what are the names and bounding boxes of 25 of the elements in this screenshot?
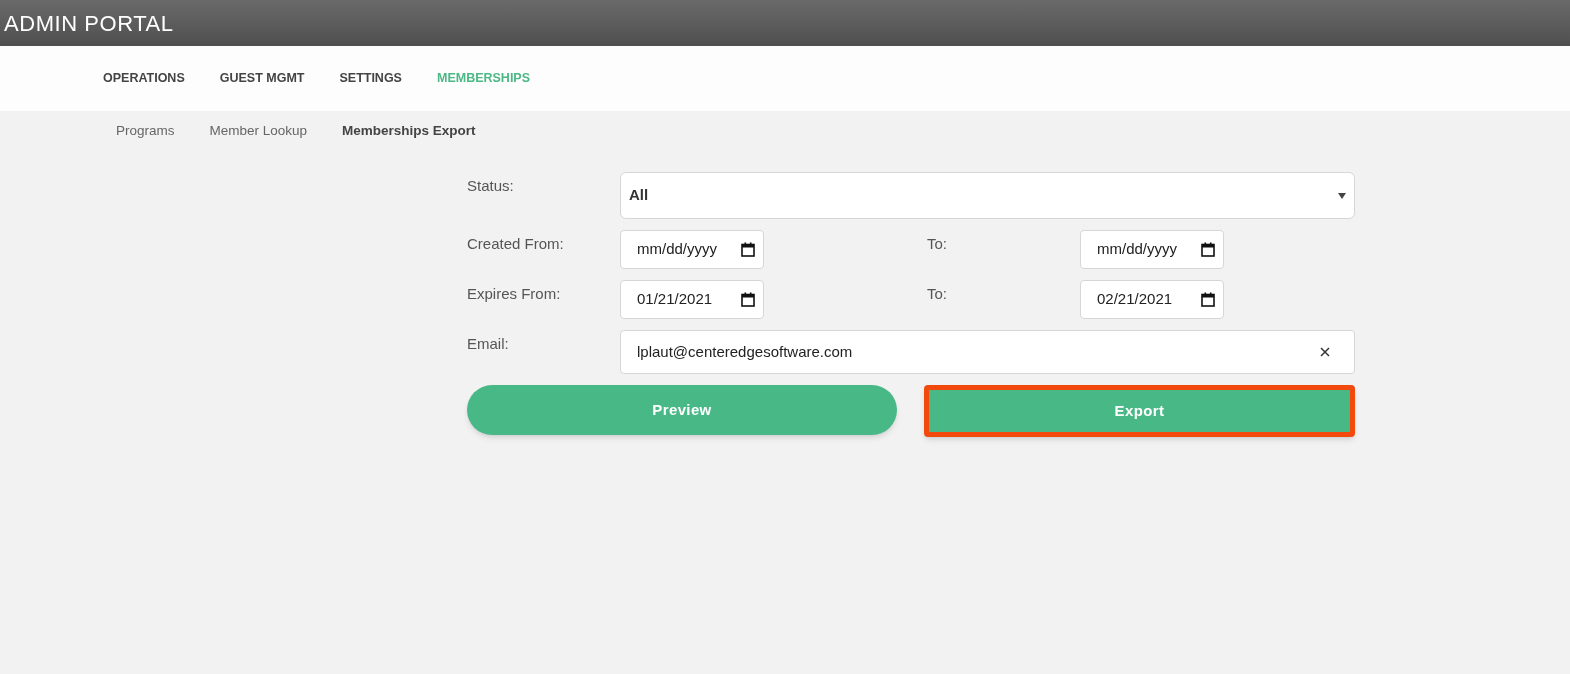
nav-tab[interactable]: OPERATIONS <box>103 69 185 88</box>
date-field[interactable]: mm/dd/yyyy <box>620 230 764 269</box>
email-field[interactable]: lplaut@centeredgesoftware.com <box>620 330 1355 374</box>
subnav-tab[interactable]: Memberships Export <box>342 120 476 142</box>
field-label: To: <box>927 234 948 254</box>
portal-title: ADMIN PORTAL <box>4 9 174 38</box>
nav-tab[interactable]: GUEST MGMT <box>219 69 305 88</box>
nav-tab[interactable]: SETTINGS <box>339 69 402 88</box>
calendar-icon[interactable] <box>1201 242 1215 257</box>
clear-icon[interactable] <box>1320 347 1330 357</box>
field-label: Expires From: <box>467 284 562 304</box>
subnav-tab[interactable]: Programs <box>116 120 175 142</box>
date-field[interactable]: mm/dd/yyyy <box>1080 230 1224 269</box>
field-label: Created From: <box>467 234 565 254</box>
field-label: To: <box>927 284 948 304</box>
date-field[interactable]: 02/21/2021 <box>1080 280 1224 319</box>
calendar-icon[interactable] <box>741 242 755 257</box>
subnav-tab[interactable]: Member Lookup <box>209 120 308 142</box>
status-select[interactable]: All <box>620 172 1355 219</box>
field-label: Status: <box>467 176 515 196</box>
dropdown-caret-icon <box>1338 192 1346 199</box>
field-label: Email: <box>467 334 510 354</box>
date-field[interactable]: 01/21/2021 <box>620 280 764 319</box>
calendar-icon[interactable] <box>741 292 755 307</box>
calendar-icon[interactable] <box>1201 292 1215 307</box>
